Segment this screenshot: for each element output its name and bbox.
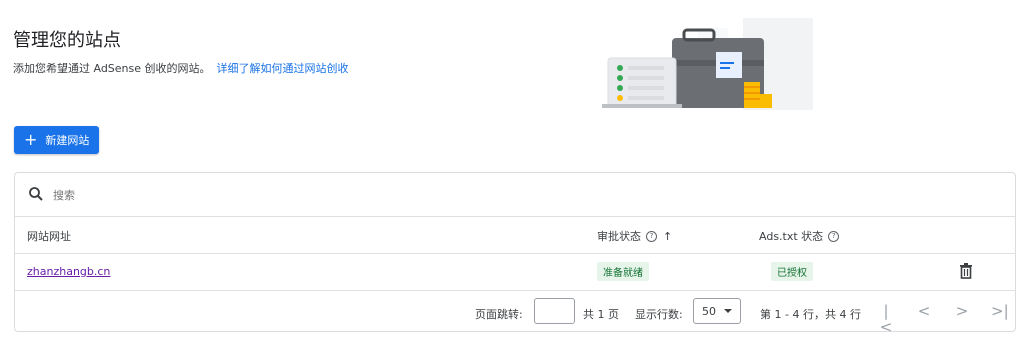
column-approval-status[interactable]: 审批状态 ? ↑ <box>597 228 672 244</box>
column-label: 审批状态 <box>597 230 641 243</box>
help-icon[interactable]: ? <box>646 230 657 242</box>
ads-txt-status-badge: 已授权 <box>771 262 813 281</box>
page-jump-input[interactable] <box>534 298 575 324</box>
new-site-button-label: 新建网站 <box>45 134 90 147</box>
row-range: 第 1 - 4 行，共 4 行 <box>760 308 861 321</box>
next-page-icon[interactable]: > <box>955 303 969 319</box>
table-row: zhanzhangb.cn 准备就绪 已授权 <box>15 253 1015 291</box>
total-pages: 共 1 页 <box>583 308 619 321</box>
arrow-up-icon: ↑ <box>663 229 673 243</box>
header-illustration <box>602 18 813 110</box>
subtitle-text: 添加您希望通过 AdSense 创收的网站。 <box>13 62 211 75</box>
jump-label: 页面跳转: <box>475 308 523 321</box>
prev-page-icon[interactable]: < <box>917 303 931 319</box>
help-icon[interactable]: ? <box>828 230 840 242</box>
rows-per-page-value: 50 <box>702 304 716 318</box>
sites-table-card: 网站网址 审批状态 ? ↑ Ads.txt 状态 ? zhanzhangb.cn… <box>14 172 1016 335</box>
table-header: 网站网址 审批状态 ? ↑ Ads.txt 状态 ? <box>15 216 1015 254</box>
rows-per-page-select[interactable]: 50 <box>693 298 741 324</box>
approval-status-badge: 准备就绪 <box>597 262 649 281</box>
column-label: 网站网址 <box>27 230 71 243</box>
pagination: 页面跳转: 共 1 页 显示行数: 50 第 1 - 4 行，共 4 行 |< … <box>15 290 1015 335</box>
search-icon <box>29 187 43 201</box>
site-url-link[interactable]: zhanzhangb.cn <box>27 265 110 278</box>
trash-icon[interactable] <box>959 263 973 279</box>
page-subtitle: 添加您希望通过 AdSense 创收的网站。 详细了解如何通过网站创收 <box>13 60 349 76</box>
learn-more-link[interactable]: 详细了解如何通过网站创收 <box>217 62 349 75</box>
page-title: 管理您的站点 <box>13 30 121 51</box>
search-bar <box>15 173 1015 217</box>
search-input[interactable] <box>51 185 355 205</box>
caret-down-icon <box>724 309 732 313</box>
rows-per-page-label: 显示行数: <box>635 308 683 321</box>
first-page-icon[interactable]: |< <box>879 303 893 335</box>
column-ads-txt-status[interactable]: Ads.txt 状态 ? <box>759 228 840 244</box>
column-label: Ads.txt 状态 <box>759 230 824 243</box>
column-site-url[interactable]: 网站网址 <box>27 228 71 244</box>
plus-icon: + <box>24 130 38 149</box>
new-site-button[interactable]: + 新建网站 <box>14 126 99 154</box>
last-page-icon[interactable]: >| <box>991 303 1009 319</box>
